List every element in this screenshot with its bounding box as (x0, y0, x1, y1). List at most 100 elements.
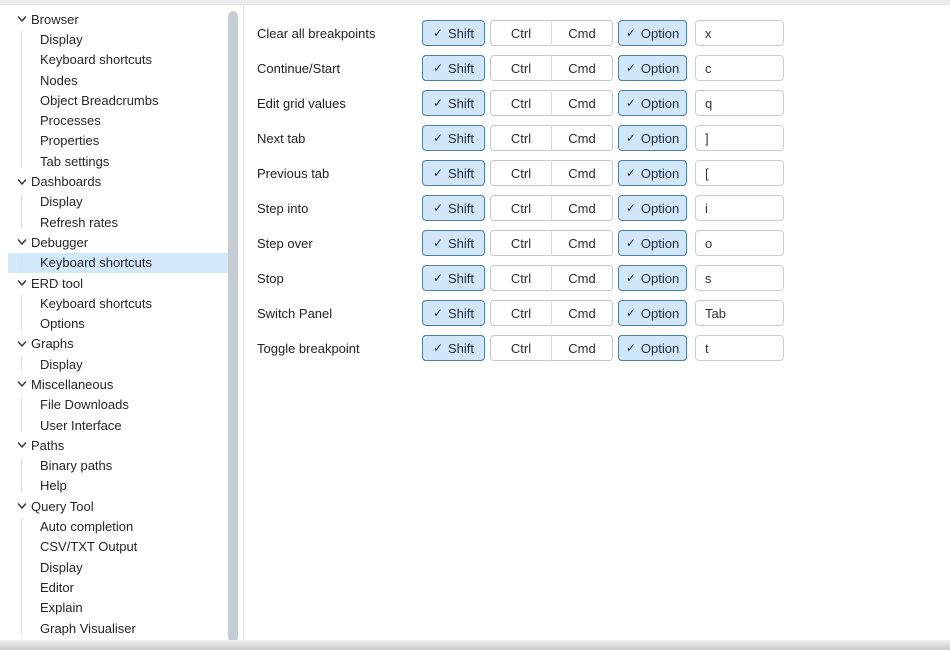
key-input[interactable] (695, 300, 784, 326)
ctrl-toggle[interactable]: ✓ Ctrl (490, 125, 551, 151)
shift-toggle[interactable]: ✓ Shift (422, 90, 485, 116)
tree-item[interactable]: Processes (8, 110, 230, 130)
tree-item[interactable]: File Downloads (8, 395, 230, 415)
option-toggle[interactable]: ✓ Option (618, 335, 687, 361)
cmd-toggle[interactable]: ✓ Cmd (551, 160, 613, 186)
cmd-toggle[interactable]: ✓ Cmd (551, 90, 613, 116)
shift-toggle-label: Shift (448, 61, 474, 76)
shortcut-label: Stop (257, 271, 422, 286)
key-input[interactable] (695, 20, 784, 46)
key-input[interactable] (695, 125, 784, 151)
cmd-toggle[interactable]: ✓ Cmd (551, 195, 613, 221)
tree-item[interactable]: CSV/TXT Output (8, 537, 230, 557)
tree-item[interactable]: Keyboard shortcuts (8, 50, 230, 70)
shift-toggle[interactable]: ✓ Shift (422, 300, 485, 326)
tree-item[interactable]: Keyboard shortcuts (8, 253, 230, 273)
shift-toggle[interactable]: ✓ Shift (422, 230, 485, 256)
sidebar-scrollbar[interactable] (228, 11, 238, 642)
shift-toggle[interactable]: ✓ Shift (422, 20, 485, 46)
tree-item[interactable]: Refresh rates (8, 212, 230, 232)
shift-toggle[interactable]: ✓ Shift (422, 335, 485, 361)
ctrl-toggle[interactable]: ✓ Ctrl (490, 195, 551, 221)
option-toggle[interactable]: ✓ Option (618, 230, 687, 256)
option-toggle[interactable]: ✓ Option (618, 125, 687, 151)
tree-item[interactable]: User Interface (8, 415, 230, 435)
check-icon: ✓ (433, 62, 443, 74)
tree-group-row[interactable]: Browser (0, 9, 243, 29)
tree-item[interactable]: Properties (8, 131, 230, 151)
option-toggle[interactable]: ✓ Option (618, 265, 687, 291)
tree-group-row[interactable]: Graphs (0, 334, 243, 354)
tree-group: Query Tool Auto completion CSV/TXT Outpu… (0, 496, 243, 638)
cmd-toggle[interactable]: ✓ Cmd (551, 335, 613, 361)
tree-item[interactable]: Editor (8, 577, 230, 597)
cmd-toggle[interactable]: ✓ Cmd (551, 265, 613, 291)
option-toggle[interactable]: ✓ Option (618, 300, 687, 326)
ctrl-toggle[interactable]: ✓ Ctrl (490, 265, 551, 291)
shift-toggle[interactable]: ✓ Shift (422, 265, 485, 291)
shift-toggle[interactable]: ✓ Shift (422, 55, 485, 81)
chevron-down-icon[interactable] (17, 177, 27, 187)
tree-item[interactable]: Nodes (8, 70, 230, 90)
option-toggle[interactable]: ✓ Option (618, 55, 687, 81)
ctrl-toggle[interactable]: ✓ Ctrl (490, 160, 551, 186)
cmd-toggle[interactable]: ✓ Cmd (551, 125, 613, 151)
key-input[interactable] (695, 195, 784, 221)
shift-toggle[interactable]: ✓ Shift (422, 160, 485, 186)
cmd-toggle[interactable]: ✓ Cmd (551, 300, 613, 326)
tree-group-row[interactable]: Miscellaneous (0, 374, 243, 394)
option-toggle[interactable]: ✓ Option (618, 90, 687, 116)
cmd-toggle[interactable]: ✓ Cmd (551, 55, 613, 81)
ctrl-toggle[interactable]: ✓ Ctrl (490, 230, 551, 256)
tree-group-row[interactable]: Dashboards (0, 171, 243, 191)
key-input[interactable] (695, 335, 784, 361)
option-toggle[interactable]: ✓ Option (618, 160, 687, 186)
shift-toggle[interactable]: ✓ Shift (422, 125, 485, 151)
tree-item[interactable]: Options (8, 313, 230, 333)
chevron-down-icon[interactable] (17, 440, 27, 450)
ctrl-toggle[interactable]: ✓ Ctrl (490, 335, 551, 361)
key-input[interactable] (695, 90, 784, 116)
shift-toggle[interactable]: ✓ Shift (422, 195, 485, 221)
tree-item[interactable]: Auto completion (8, 516, 230, 536)
option-toggle[interactable]: ✓ Option (618, 195, 687, 221)
tree-group-row[interactable]: ERD tool (0, 273, 243, 293)
key-input[interactable] (695, 230, 784, 256)
tree-children: Keyboard shortcuts Options (0, 293, 243, 334)
chevron-down-icon[interactable] (17, 237, 27, 247)
tree-item[interactable]: Tab settings (8, 151, 230, 171)
preferences-dialog: Browser Display Keyboard shortcuts Nodes… (0, 0, 950, 650)
tree-item[interactable]: Binary paths (8, 456, 230, 476)
tree-item[interactable]: Display (8, 557, 230, 577)
chevron-down-icon[interactable] (17, 379, 27, 389)
tree-item[interactable]: Object Breadcrumbs (8, 90, 230, 110)
tree-group-row[interactable]: Query Tool (0, 496, 243, 516)
tree-item-label: Help (40, 478, 67, 493)
key-input[interactable] (695, 160, 784, 186)
ctrl-toggle[interactable]: ✓ Ctrl (490, 90, 551, 116)
cmd-toggle[interactable]: ✓ Cmd (551, 230, 613, 256)
tree-item[interactable]: Display (8, 192, 230, 212)
tree-item[interactable]: Graph Visualiser (8, 618, 230, 638)
tree-item[interactable]: Display (8, 29, 230, 49)
option-toggle[interactable]: ✓ Option (618, 20, 687, 46)
key-input[interactable] (695, 55, 784, 81)
chevron-down-icon[interactable] (17, 501, 27, 511)
tree-item[interactable]: Explain (8, 598, 230, 618)
tree-children: File Downloads User Interface (0, 395, 243, 436)
chevron-down-icon[interactable] (17, 14, 27, 24)
chevron-down-icon[interactable] (17, 339, 27, 349)
tree-item[interactable]: Help (8, 476, 230, 496)
ctrl-toggle[interactable]: ✓ Ctrl (490, 55, 551, 81)
chevron-down-icon[interactable] (17, 278, 27, 288)
tree-group-label: ERD tool (31, 276, 83, 291)
tree-group-row[interactable]: Debugger (0, 232, 243, 252)
ctrl-toggle[interactable]: ✓ Ctrl (490, 300, 551, 326)
ctrl-toggle[interactable]: ✓ Ctrl (490, 20, 551, 46)
tree-item[interactable]: Keyboard shortcuts (8, 293, 230, 313)
tree-group-row[interactable]: Paths (0, 435, 243, 455)
cmd-toggle[interactable]: ✓ Cmd (551, 20, 613, 46)
tree-item[interactable]: Display (8, 354, 230, 374)
key-input[interactable] (695, 265, 784, 291)
shortcuts-panel: Clear all breakpoints ✓ Shift ✓ Ctrl ✓ C… (244, 5, 950, 650)
